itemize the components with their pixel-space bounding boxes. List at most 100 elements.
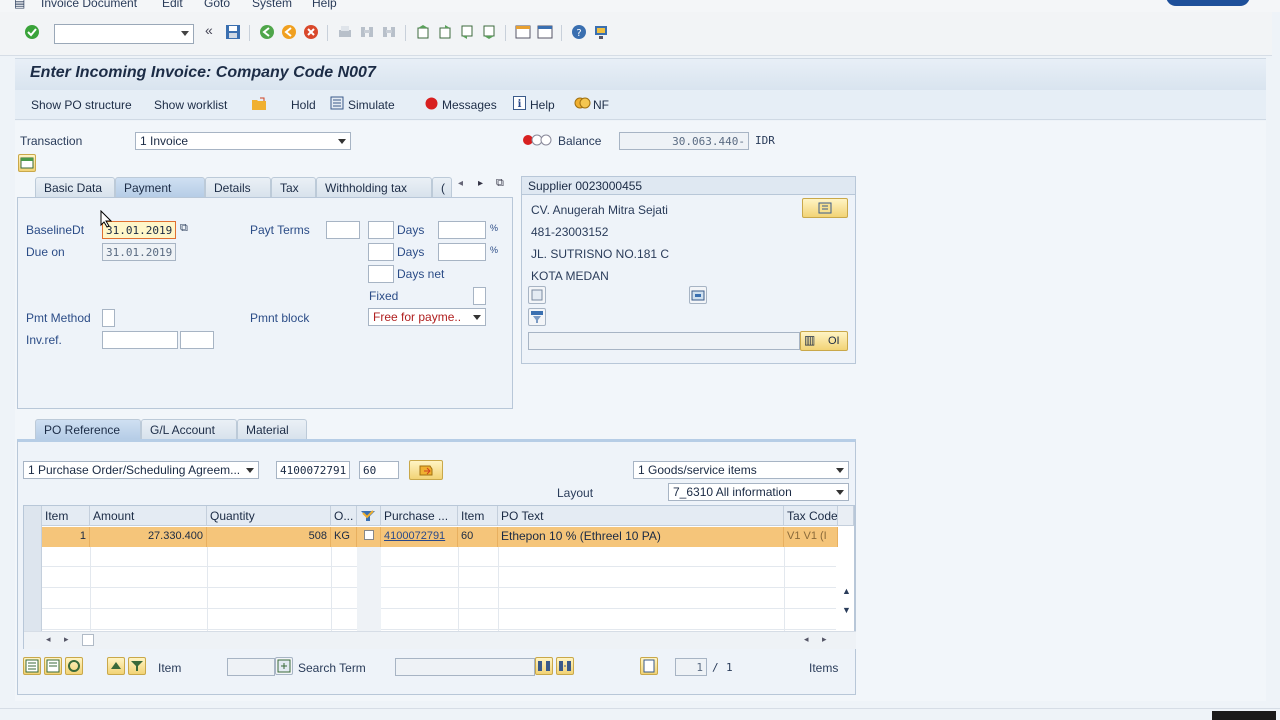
deselect-all-icon[interactable] — [44, 657, 62, 675]
cell-checkbox[interactable] — [357, 527, 381, 547]
scroll-left-icon[interactable]: ◂ — [46, 634, 51, 645]
open-items-button[interactable]: ▥ OI — [800, 331, 848, 351]
hold-button[interactable]: Hold — [291, 98, 316, 112]
new-session-icon[interactable] — [515, 24, 531, 40]
menu-system[interactable]: System — [252, 0, 292, 10]
chevron-down-icon[interactable] — [246, 468, 254, 473]
row-selector-column[interactable] — [24, 506, 42, 631]
bank-icon[interactable] — [689, 286, 707, 304]
page-icon[interactable] — [640, 657, 658, 675]
sort-icon[interactable] — [107, 657, 125, 675]
collapse-icon[interactable]: « — [205, 22, 221, 38]
shortcut-icon[interactable] — [537, 24, 553, 40]
customize-layout-icon[interactable] — [593, 24, 609, 40]
days-net-input[interactable] — [368, 265, 394, 283]
cell-purchase-order-link[interactable]: 4100072791 — [381, 527, 458, 547]
calendar-icon[interactable]: ⧉ — [180, 222, 188, 235]
layout-select[interactable]: 7_6310 All information — [668, 483, 849, 501]
col-header-status[interactable] — [357, 506, 381, 526]
tab-list-icon[interactable]: ⧉ — [496, 177, 504, 190]
find-icon[interactable] — [359, 24, 375, 40]
cell-tax-code[interactable]: V1 V1 (I — [784, 527, 838, 547]
edit-address-icon[interactable] — [802, 198, 848, 218]
col-header-tax-code[interactable]: Tax Code — [784, 506, 838, 526]
percent2-input[interactable] — [438, 243, 486, 261]
cell-amount[interactable]: 27.330.400 — [90, 527, 207, 547]
menu-invoice-document[interactable]: Invoice Document — [41, 0, 137, 10]
col-header-po-text[interactable]: PO Text — [498, 506, 784, 526]
search-item-icon[interactable] — [275, 657, 293, 675]
po-number-input[interactable]: 4100072791 — [276, 461, 350, 479]
transfer-icon[interactable] — [409, 460, 443, 480]
tab-po-reference[interactable]: PO Reference — [35, 419, 141, 439]
tab-material[interactable]: Material — [237, 419, 307, 439]
chevron-down-icon[interactable] — [338, 139, 346, 144]
messages-button[interactable]: Messages — [442, 98, 497, 112]
percent1-input[interactable] — [438, 221, 486, 239]
find-next-icon[interactable] — [381, 24, 397, 40]
tab-scroll-right-icon[interactable]: ▸ — [478, 178, 483, 189]
col-header-quantity[interactable]: Quantity — [207, 506, 331, 526]
layout-icon[interactable] — [18, 154, 36, 172]
enter-check-icon[interactable] — [24, 24, 40, 40]
pmnt-block-select[interactable]: Free for payme.. — [368, 308, 486, 326]
tab-scroll-left-icon[interactable]: ◂ — [458, 178, 463, 189]
days2-input[interactable] — [368, 243, 394, 261]
payt-terms-input[interactable] — [326, 221, 360, 239]
menu-edit[interactable]: Edit — [162, 0, 183, 10]
baseline-date-input[interactable]: 31.01.2019 — [102, 221, 176, 239]
chevron-down-icon[interactable] — [836, 490, 844, 495]
cancel-icon[interactable] — [303, 24, 319, 40]
help-button[interactable]: Help — [530, 98, 555, 112]
col-header-po-item[interactable]: Item — [458, 506, 498, 526]
select-all-icon[interactable] — [23, 657, 41, 675]
transaction-select[interactable]: 1 Invoice — [135, 132, 351, 150]
row-checkbox[interactable] — [364, 530, 374, 540]
print-icon[interactable] — [337, 24, 353, 40]
tab-withholding-tax[interactable]: Withholding tax — [316, 177, 432, 197]
inv-ref-input[interactable] — [102, 331, 178, 349]
col-header-item[interactable]: Item — [42, 506, 90, 526]
cell-quantity[interactable]: 508 — [207, 527, 331, 547]
first-page-icon[interactable] — [415, 24, 431, 40]
next-page-icon[interactable] — [459, 24, 475, 40]
col-header-order-unit[interactable]: O... — [331, 506, 357, 526]
page-current-input[interactable]: 1 — [675, 658, 707, 676]
po-item-input[interactable]: 60 — [359, 461, 399, 479]
tab-details[interactable]: Details — [205, 177, 271, 197]
last-page-icon[interactable] — [481, 24, 497, 40]
details-icon[interactable] — [528, 286, 546, 304]
simulate-button[interactable]: Simulate — [348, 98, 395, 112]
help-icon[interactable]: ? — [571, 24, 587, 40]
scroll-thumb[interactable] — [82, 634, 94, 646]
pmt-method-input[interactable] — [102, 309, 115, 327]
refresh-icon[interactable] — [65, 657, 83, 675]
col-header-purchase-order[interactable]: Purchase ... — [381, 506, 458, 526]
chevron-down-icon[interactable] — [836, 468, 844, 473]
command-field[interactable] — [54, 24, 194, 44]
days1-input[interactable] — [368, 221, 394, 239]
item-search-input[interactable] — [227, 658, 275, 676]
search-icon[interactable] — [535, 657, 553, 675]
menu-goto[interactable]: Goto — [204, 0, 230, 10]
search-next-icon[interactable] — [556, 657, 574, 675]
scroll-down-icon[interactable]: ▼ — [842, 605, 851, 615]
back-icon[interactable] — [259, 24, 275, 40]
scroll-up-icon[interactable]: ▲ — [842, 586, 851, 596]
nf-button[interactable]: NF — [593, 98, 609, 112]
menu-help[interactable]: Help — [312, 0, 337, 10]
previous-page-icon[interactable] — [437, 24, 453, 40]
sap-logo-button[interactable] — [1166, 0, 1250, 6]
show-po-structure-button[interactable]: Show PO structure — [31, 98, 132, 112]
grid-scroll-top[interactable] — [838, 506, 854, 526]
search-term-input[interactable] — [395, 658, 535, 676]
scroll-left-icon[interactable]: ◂ — [804, 634, 809, 645]
chevron-down-icon[interactable] — [473, 315, 481, 320]
chevron-down-icon[interactable] — [181, 31, 189, 36]
scroll-right-icon[interactable]: ▸ — [64, 634, 69, 645]
col-header-amount[interactable]: Amount — [90, 506, 207, 526]
video-controls[interactable] — [1212, 711, 1276, 720]
save-icon[interactable] — [225, 24, 241, 40]
filter-rows-icon[interactable] — [128, 657, 146, 675]
filter-icon[interactable] — [528, 308, 546, 326]
